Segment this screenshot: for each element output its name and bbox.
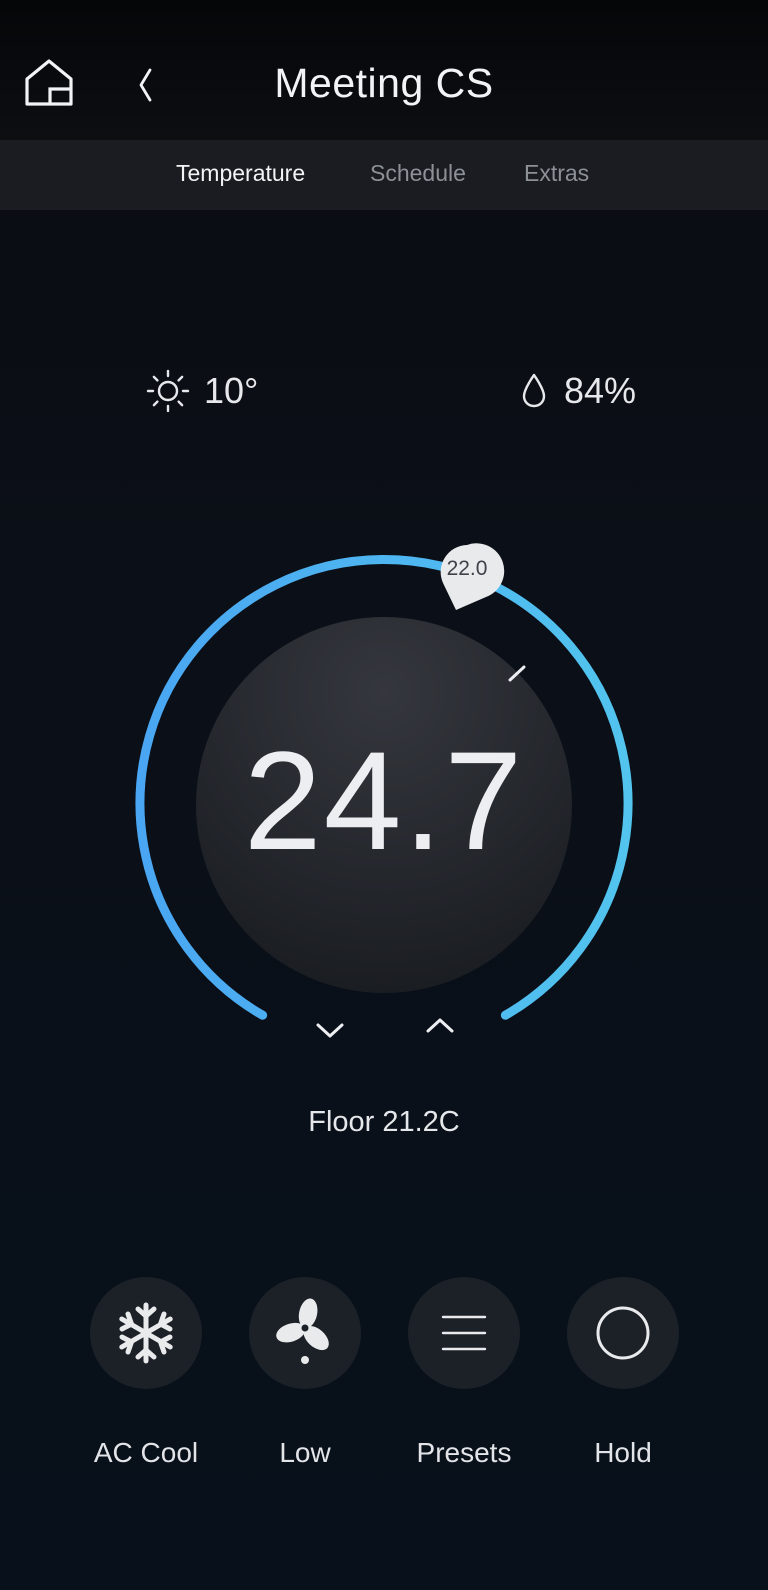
fan-button[interactable] bbox=[249, 1277, 361, 1389]
fan-control: Low bbox=[249, 1277, 361, 1468]
mode-button[interactable] bbox=[90, 1277, 202, 1389]
chevron-down-icon bbox=[316, 1023, 344, 1038]
presets-button[interactable] bbox=[408, 1277, 520, 1389]
circle-icon bbox=[596, 1306, 650, 1360]
current-temperature: 24.7 bbox=[243, 722, 525, 879]
setpoint-value: 22.0 bbox=[446, 557, 488, 580]
droplet-icon bbox=[522, 373, 546, 408]
tab-schedule[interactable]: Schedule bbox=[370, 160, 466, 187]
floor-temperature: Floor 21.2C bbox=[308, 1106, 460, 1138]
sun-icon bbox=[146, 369, 190, 413]
hold-control: Hold bbox=[567, 1277, 679, 1468]
tab-temperature[interactable]: Temperature bbox=[176, 160, 305, 187]
humidity: 84% bbox=[518, 368, 636, 414]
chevron-up-icon bbox=[426, 1018, 454, 1033]
decrease-temperature-button[interactable] bbox=[312, 1016, 348, 1046]
header-bar: Meeting CS bbox=[0, 0, 768, 140]
menu-lines-icon bbox=[441, 1315, 487, 1351]
snowflake-icon bbox=[119, 1302, 173, 1364]
page-title: Meeting CS bbox=[274, 60, 494, 106]
presets-control: Presets bbox=[408, 1277, 520, 1468]
hold-button[interactable] bbox=[567, 1277, 679, 1389]
tab-bar: Temperature Schedule Extras bbox=[0, 140, 768, 210]
humidity-value: 84% bbox=[564, 370, 637, 411]
outdoor-temperature: 10° bbox=[146, 368, 258, 414]
increase-temperature-button[interactable] bbox=[422, 1010, 458, 1040]
mode-control: AC Cool bbox=[90, 1277, 202, 1468]
tab-extras[interactable]: Extras bbox=[524, 160, 589, 187]
hold-label: Hold bbox=[594, 1437, 652, 1468]
outdoor-temperature-value: 10° bbox=[204, 370, 259, 411]
fan-icon bbox=[276, 1298, 329, 1364]
